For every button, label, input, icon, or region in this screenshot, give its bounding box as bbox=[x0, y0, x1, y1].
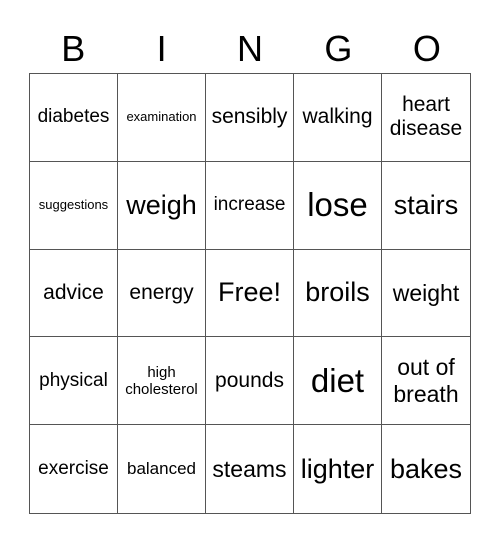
cell-label: physical bbox=[39, 369, 108, 391]
bingo-cell[interactable]: stairs bbox=[382, 162, 470, 250]
cell-label: steams bbox=[212, 455, 287, 482]
cell-label: balanced bbox=[126, 459, 196, 479]
bingo-cell[interactable]: balanced bbox=[118, 425, 206, 513]
cell-label: high cholesterol bbox=[125, 363, 198, 398]
bingo-cell[interactable]: examination bbox=[118, 74, 206, 162]
cell-label: lighter bbox=[300, 453, 375, 484]
bingo-cell[interactable]: high cholesterol bbox=[118, 337, 206, 426]
bingo-cell[interactable]: weigh bbox=[118, 161, 206, 250]
header-letter-g: G bbox=[324, 28, 353, 69]
cell-label: bakes bbox=[389, 453, 463, 484]
bingo-cell[interactable]: sensibly bbox=[206, 74, 294, 162]
cell-label: broils bbox=[305, 277, 370, 308]
bingo-cell[interactable]: heart disease bbox=[382, 74, 470, 162]
cell-label: out of breath bbox=[393, 354, 459, 407]
bingo-header: B I N G O bbox=[29, 26, 471, 72]
bingo-cell[interactable]: steams bbox=[206, 425, 294, 513]
cell-label: pounds bbox=[215, 368, 284, 392]
cell-label: diet bbox=[310, 361, 365, 399]
bingo-cell[interactable]: energy bbox=[118, 249, 206, 338]
cell-label: examination bbox=[126, 108, 197, 124]
bingo-cell[interactable]: physical bbox=[30, 337, 118, 426]
bingo-cell[interactable]: out of breath bbox=[382, 337, 470, 426]
cell-label: advice bbox=[43, 280, 104, 304]
header-letter-b: B bbox=[61, 28, 86, 69]
header-letter-n: N bbox=[237, 28, 264, 69]
cell-label: suggestions bbox=[38, 196, 109, 212]
cell-label: lose bbox=[307, 186, 368, 224]
cell-label: exercise bbox=[38, 458, 109, 480]
bingo-cell[interactable]: exercise bbox=[30, 425, 118, 513]
bingo-cell[interactable]: lose bbox=[294, 161, 382, 250]
bingo-cell[interactable]: broils bbox=[294, 249, 382, 338]
bingo-cell[interactable]: walking bbox=[294, 74, 382, 162]
bingo-cell[interactable]: diabetes bbox=[30, 74, 118, 162]
bingo-cell[interactable]: advice bbox=[30, 249, 118, 338]
bingo-cell[interactable]: lighter bbox=[294, 425, 382, 513]
bingo-cell[interactable]: weight bbox=[382, 250, 470, 338]
bingo-cell[interactable]: increase bbox=[206, 161, 294, 250]
cell-label: sensibly bbox=[211, 105, 288, 129]
bingo-cell[interactable]: bakes bbox=[382, 425, 470, 513]
cell-label: heart disease bbox=[389, 93, 463, 141]
bingo-cell[interactable]: pounds bbox=[206, 337, 294, 426]
cell-label: weight bbox=[392, 279, 460, 306]
bingo-grid: diabetes examination sensibly walking heart … bbox=[29, 73, 471, 514]
bingo-cell[interactable]: diet bbox=[294, 337, 382, 426]
cell-label: Free! bbox=[217, 277, 282, 308]
free-space-cell[interactable]: Free! bbox=[206, 249, 294, 338]
cell-label: stairs bbox=[393, 189, 459, 220]
cell-label: walking bbox=[302, 105, 373, 129]
bingo-cell[interactable]: suggestions bbox=[30, 161, 118, 250]
cell-label: weigh bbox=[126, 189, 197, 220]
cell-label: increase bbox=[213, 194, 286, 216]
header-letter-o: O bbox=[412, 28, 441, 69]
cell-label: energy bbox=[129, 280, 194, 304]
cell-label: diabetes bbox=[37, 106, 110, 128]
header-letter-i: I bbox=[156, 28, 167, 69]
